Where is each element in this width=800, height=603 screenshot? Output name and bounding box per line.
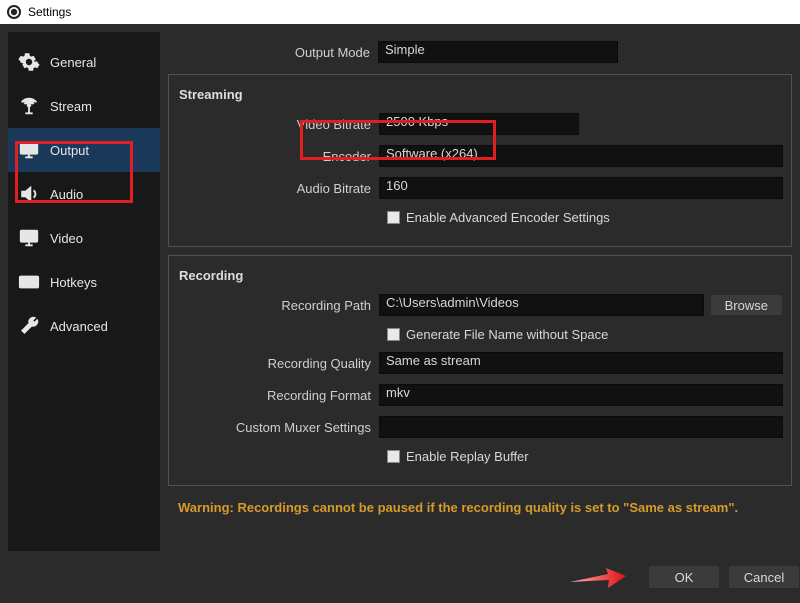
obs-app-icon: [6, 4, 22, 20]
recording-panel: Recording Recording Path C:\Users\admin\…: [168, 255, 792, 486]
sidebar-item-label: Advanced: [50, 319, 108, 334]
sidebar-item-label: Stream: [50, 99, 92, 114]
generate-filename-label: Generate File Name without Space: [406, 327, 608, 342]
sidebar-item-label: Hotkeys: [50, 275, 97, 290]
recording-path-label: Recording Path: [169, 298, 379, 313]
recording-quality-select[interactable]: Same as stream: [379, 352, 783, 374]
muxer-label: Custom Muxer Settings: [169, 420, 379, 435]
gear-icon: [18, 51, 40, 73]
streaming-title: Streaming: [169, 81, 783, 110]
sidebar-item-audio[interactable]: Audio: [8, 172, 160, 216]
ok-button[interactable]: OK: [648, 565, 720, 589]
browse-button[interactable]: Browse: [710, 294, 783, 316]
monitor-icon: [18, 227, 40, 249]
encoder-label: Encoder: [169, 149, 379, 164]
sidebar-item-hotkeys[interactable]: Hotkeys: [8, 260, 160, 304]
content-area: Output Mode Simple Streaming Video Bitra…: [168, 32, 792, 551]
output-mode-label: Output Mode: [168, 45, 378, 60]
recording-quality-label: Recording Quality: [169, 356, 379, 371]
recording-path-input[interactable]: C:\Users\admin\Videos: [379, 294, 704, 316]
speaker-icon: [18, 183, 40, 205]
muxer-input[interactable]: [379, 416, 783, 438]
video-bitrate-label: Video Bitrate: [169, 117, 379, 132]
streaming-panel: Streaming Video Bitrate 2500 Kbps Encode…: [168, 74, 792, 247]
sidebar-item-general[interactable]: General: [8, 40, 160, 84]
sidebar-item-output[interactable]: Output: [8, 128, 160, 172]
window-title: Settings: [28, 5, 71, 19]
advanced-encoder-label: Enable Advanced Encoder Settings: [406, 210, 610, 225]
encoder-select[interactable]: Software (x264): [379, 145, 783, 167]
sidebar-item-video[interactable]: Video: [8, 216, 160, 260]
warning-text: Warning: Recordings cannot be paused if …: [178, 500, 792, 515]
replay-buffer-label: Enable Replay Buffer: [406, 449, 529, 464]
main-area: General Stream Output Audio Video: [0, 24, 800, 559]
antenna-icon: [18, 95, 40, 117]
keyboard-icon: [18, 271, 40, 293]
audio-bitrate-select[interactable]: 160: [379, 177, 783, 199]
footer: OK Cancel: [0, 559, 800, 595]
sidebar-item-label: Video: [50, 231, 83, 246]
sidebar-item-label: Output: [50, 143, 89, 158]
sidebar-item-advanced[interactable]: Advanced: [8, 304, 160, 348]
advanced-encoder-checkbox[interactable]: [387, 211, 400, 224]
audio-bitrate-label: Audio Bitrate: [169, 181, 379, 196]
sidebar-item-stream[interactable]: Stream: [8, 84, 160, 128]
recording-format-label: Recording Format: [169, 388, 379, 403]
sidebar: General Stream Output Audio Video: [8, 32, 160, 551]
output-mode-select[interactable]: Simple: [378, 41, 618, 63]
tools-icon: [18, 315, 40, 337]
cancel-button[interactable]: Cancel: [728, 565, 800, 589]
sidebar-item-label: General: [50, 55, 96, 70]
generate-filename-checkbox[interactable]: [387, 328, 400, 341]
replay-buffer-checkbox[interactable]: [387, 450, 400, 463]
sidebar-item-label: Audio: [50, 187, 83, 202]
recording-title: Recording: [169, 262, 783, 291]
recording-format-select[interactable]: mkv: [379, 384, 783, 406]
titlebar: Settings: [0, 0, 800, 24]
video-bitrate-input[interactable]: 2500 Kbps: [379, 113, 579, 135]
monitor-arrow-icon: [18, 139, 40, 161]
